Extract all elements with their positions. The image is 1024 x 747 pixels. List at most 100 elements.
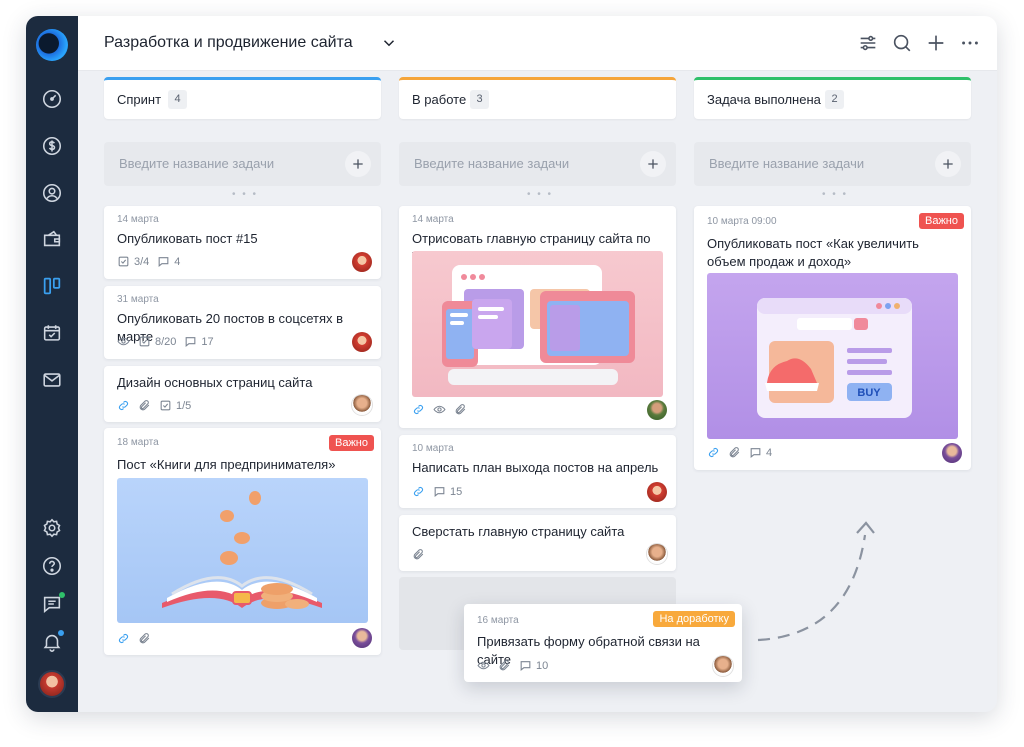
assignee-avatar[interactable] bbox=[352, 252, 372, 272]
dashboard-icon[interactable] bbox=[40, 87, 64, 111]
chat-indicator bbox=[59, 592, 65, 598]
card-meta: 10 bbox=[477, 659, 548, 672]
new-task-input[interactable] bbox=[707, 155, 911, 172]
assignee-avatar[interactable] bbox=[647, 544, 667, 564]
assignee-avatar[interactable] bbox=[647, 482, 667, 502]
assignee-avatar[interactable] bbox=[352, 332, 372, 352]
sidebar bbox=[26, 16, 78, 712]
task-card[interactable]: 31 марта Опубликовать 20 постов в соцсет… bbox=[104, 286, 381, 359]
board-icon[interactable] bbox=[40, 274, 64, 298]
card-title: Написать план выхода постов на апрель bbox=[412, 460, 659, 475]
column-header[interactable]: В работе 3 bbox=[399, 77, 676, 119]
card-date: 10 марта 09:00 bbox=[707, 216, 777, 227]
shop-illustration: BUY bbox=[707, 273, 958, 439]
mail-icon[interactable] bbox=[40, 368, 64, 392]
assignee-avatar[interactable] bbox=[942, 443, 962, 463]
assignee-avatar[interactable] bbox=[352, 628, 372, 648]
comment-count: 17 bbox=[201, 335, 214, 348]
top-header: Разработка и продвижение сайта bbox=[78, 16, 997, 71]
column-in-progress: В работе 3 • • • 14 марта Отрисовать гла… bbox=[399, 77, 676, 571]
new-task-input[interactable] bbox=[117, 155, 321, 172]
calendar-icon[interactable] bbox=[40, 321, 64, 345]
card-title: Дизайн основных страниц сайта bbox=[117, 375, 313, 390]
new-task-field[interactable] bbox=[104, 142, 381, 186]
plus-icon bbox=[648, 159, 658, 169]
notifications-icon[interactable] bbox=[40, 630, 64, 654]
chevron-down-icon[interactable] bbox=[380, 34, 398, 52]
card-date: 14 марта bbox=[117, 214, 159, 225]
new-task-input[interactable] bbox=[412, 155, 616, 172]
assignee-avatar[interactable] bbox=[352, 395, 372, 415]
comment-count: 10 bbox=[536, 659, 549, 672]
priority-badge: Важно bbox=[918, 213, 964, 229]
card-meta bbox=[412, 403, 467, 416]
task-card[interactable]: 10 марта 09:00 Важно Опубликовать пост «… bbox=[694, 206, 971, 470]
drag-handle[interactable]: • • • bbox=[232, 189, 258, 200]
user-icon[interactable] bbox=[40, 181, 64, 205]
assignee-avatar[interactable] bbox=[713, 656, 733, 676]
app-logo[interactable] bbox=[36, 29, 68, 61]
dragged-task-card[interactable]: 16 марта На доработку Привязать форму об… bbox=[464, 604, 742, 682]
new-task-field[interactable] bbox=[694, 142, 971, 186]
checklist-count: 3/4 bbox=[134, 255, 150, 268]
eye-icon bbox=[117, 337, 130, 346]
link-icon bbox=[413, 486, 424, 497]
attachment-icon bbox=[455, 404, 466, 415]
add-task-button[interactable] bbox=[935, 151, 961, 177]
column-count: 4 bbox=[168, 90, 187, 109]
card-meta: 1/5 bbox=[117, 399, 191, 412]
column-title: Задача выполнена bbox=[707, 92, 821, 107]
checklist-icon bbox=[139, 336, 150, 347]
task-card[interactable]: 10 марта Написать план выхода постов на … bbox=[399, 435, 676, 508]
column-header[interactable]: Спринт 4 bbox=[104, 77, 381, 119]
assignee-avatar[interactable] bbox=[647, 400, 667, 420]
attachment-icon bbox=[729, 447, 740, 458]
card-title: Пост «Книги для предпринимателя» bbox=[117, 457, 336, 472]
card-meta bbox=[117, 632, 151, 645]
column-count: 3 bbox=[470, 90, 489, 109]
link-icon bbox=[118, 400, 129, 411]
comment-icon bbox=[520, 661, 531, 671]
more-icon[interactable] bbox=[959, 32, 981, 54]
checklist-count: 1/5 bbox=[176, 399, 192, 412]
attachment-icon bbox=[139, 633, 150, 644]
attachment-icon bbox=[413, 549, 424, 560]
add-task-button[interactable] bbox=[640, 151, 666, 177]
drag-handle[interactable]: • • • bbox=[527, 189, 553, 200]
book-illustration bbox=[117, 478, 368, 623]
card-title: Сверстать главную страницу сайта bbox=[412, 524, 625, 539]
help-icon[interactable] bbox=[40, 554, 64, 578]
user-avatar[interactable] bbox=[38, 670, 66, 698]
card-meta bbox=[412, 548, 425, 561]
task-card[interactable]: 14 марта Опубликовать пост #15 3/4 4 bbox=[104, 206, 381, 279]
attachment-icon bbox=[139, 400, 150, 411]
task-card[interactable]: 14 марта Отрисовать главную страницу сай… bbox=[399, 206, 676, 428]
comment-count: 4 bbox=[174, 255, 181, 268]
checklist-icon bbox=[118, 256, 129, 267]
add-icon[interactable] bbox=[925, 32, 947, 54]
settings-icon[interactable] bbox=[40, 516, 64, 540]
filter-icon[interactable] bbox=[857, 32, 879, 54]
task-card[interactable]: Сверстать главную страницу сайта bbox=[399, 515, 676, 571]
notification-indicator bbox=[58, 630, 64, 636]
task-card[interactable]: Дизайн основных страниц сайта 1/5 bbox=[104, 366, 381, 422]
link-icon bbox=[118, 633, 129, 644]
buy-button-label: BUY bbox=[857, 387, 881, 399]
priority-badge: Важно bbox=[328, 435, 374, 451]
add-task-button[interactable] bbox=[345, 151, 371, 177]
new-task-field[interactable] bbox=[399, 142, 676, 186]
task-card[interactable]: 18 марта Важно Пост «Книги для предприни… bbox=[104, 428, 381, 655]
search-icon[interactable] bbox=[891, 32, 913, 54]
projects-icon[interactable] bbox=[40, 227, 64, 251]
project-title[interactable]: Разработка и продвижение сайта bbox=[104, 34, 353, 52]
chat-icon[interactable] bbox=[40, 592, 65, 616]
finance-icon[interactable] bbox=[40, 134, 64, 158]
attachment-icon bbox=[499, 660, 510, 671]
link-icon bbox=[413, 404, 424, 415]
drag-handle[interactable]: • • • bbox=[822, 189, 848, 200]
column-header[interactable]: Задача выполнена 2 bbox=[694, 77, 971, 119]
plus-icon bbox=[353, 159, 363, 169]
comment-count: 15 bbox=[450, 485, 463, 498]
card-date: 31 марта bbox=[117, 294, 159, 305]
card-meta: 3/4 4 bbox=[117, 255, 180, 268]
